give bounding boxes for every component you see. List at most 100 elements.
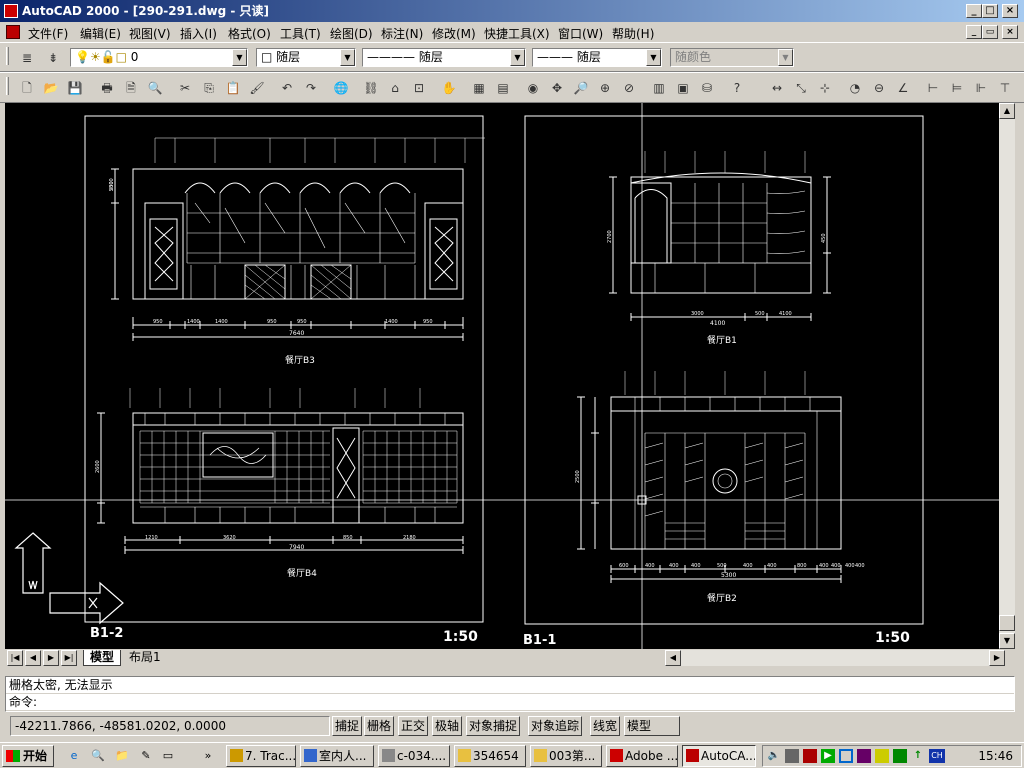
coordinate-readout[interactable]: -42211.7866, -48581.0202, 0.0000 xyxy=(10,716,330,736)
command-window[interactable]: 栅格太密, 无法显示 命令: xyxy=(5,676,1015,712)
close-button[interactable]: × xyxy=(1002,4,1018,18)
menu-draw[interactable]: 绘图(D) xyxy=(330,25,373,42)
chevron-down-icon[interactable]: ▼ xyxy=(232,49,247,66)
linear-dimension-icon[interactable]: ↔ xyxy=(766,77,788,99)
dimension-edit-icon[interactable]: ⊤ xyxy=(994,77,1016,99)
angular-dimension-icon[interactable]: ∠ xyxy=(892,77,914,99)
scroll-thumb[interactable] xyxy=(999,615,1015,631)
chevron-down-icon[interactable]: ▼ xyxy=(510,49,525,66)
menu-dimension[interactable]: 标注(N) xyxy=(381,25,423,42)
tray-media-icon[interactable] xyxy=(857,749,871,763)
drawing-svg[interactable]: B1-2 1:50 B1-1 1:50 餐厅B3 餐厅B4 餐厅B1 餐厅B2 … xyxy=(5,103,999,649)
volume-icon[interactable]: 🔈 xyxy=(767,749,781,763)
scroll-down-button[interactable]: ▼ xyxy=(999,633,1015,649)
stop-icon[interactable] xyxy=(839,749,853,763)
scroll-left-button[interactable]: ◀ xyxy=(665,650,681,666)
task-button-trac[interactable]: 7. Trac... xyxy=(226,745,296,767)
lineweight-dropdown[interactable]: ——— 随层 ▼ xyxy=(532,48,662,67)
scroll-right-button[interactable]: ▶ xyxy=(989,650,1005,666)
polar-toggle[interactable]: 极轴 xyxy=(432,716,463,736)
design-center-icon[interactable]: ▣ xyxy=(672,77,694,99)
more-icon[interactable]: » xyxy=(200,748,216,764)
linetype-dropdown[interactable]: ———— 随层 ▼ xyxy=(362,48,526,67)
layer-dropdown[interactable]: 💡☀🔓□ 0 ▼ xyxy=(70,48,248,67)
toolbar-grip[interactable] xyxy=(6,47,9,65)
menu-insert[interactable]: 插入(I) xyxy=(180,25,217,42)
model-space-toggle[interactable]: 模型 xyxy=(624,716,680,736)
maximize-button[interactable]: □ xyxy=(982,4,998,18)
minimize-button[interactable]: _ xyxy=(966,4,982,18)
ucs-icon[interactable]: ⊡ xyxy=(408,77,430,99)
baseline-dimension-icon[interactable]: ⊨ xyxy=(946,77,968,99)
next-tab-icon[interactable]: ▶ xyxy=(43,650,59,666)
new-file-icon[interactable]: 🗋 xyxy=(16,77,38,99)
ime-indicator[interactable]: CH xyxy=(929,749,945,763)
osnap-toggle[interactable]: 对象捕捉 xyxy=(466,716,521,736)
menu-window[interactable]: 窗口(W) xyxy=(558,25,603,42)
desktop-icon[interactable]: ▭ xyxy=(160,748,176,764)
match-properties-icon[interactable]: 🖌 xyxy=(246,77,268,99)
snap-toggle[interactable]: 捕捉 xyxy=(332,716,363,736)
menu-file[interactable]: 文件(F) xyxy=(28,25,68,42)
network-icon[interactable] xyxy=(893,749,907,763)
aerial-view-icon[interactable]: ▦ xyxy=(468,77,490,99)
tool-icon[interactable]: ✎ xyxy=(138,748,154,764)
redo-icon[interactable]: ↷ xyxy=(300,77,322,99)
undo-icon[interactable]: ↶ xyxy=(276,77,298,99)
tray-warning-icon[interactable] xyxy=(875,749,889,763)
toolbar-grip[interactable] xyxy=(6,77,9,95)
chevron-down-icon[interactable]: ▼ xyxy=(646,49,661,66)
zoom-previous-icon[interactable]: ⊘ xyxy=(618,77,640,99)
prev-tab-icon[interactable]: ◀ xyxy=(25,650,41,666)
drawing-canvas[interactable]: B1-2 1:50 B1-1 1:50 餐厅B3 餐厅B4 餐厅B1 餐厅B2 … xyxy=(5,103,999,649)
start-button[interactable]: 开始 xyxy=(2,745,54,767)
first-tab-icon[interactable]: |◀ xyxy=(7,650,23,666)
task-button-adobe[interactable]: Adobe ... xyxy=(606,745,678,767)
diameter-dimension-icon[interactable]: ⊖ xyxy=(868,77,890,99)
copy-icon[interactable]: ⎘ xyxy=(198,77,220,99)
command-prompt[interactable]: 命令: xyxy=(6,694,1014,711)
menu-view[interactable]: 视图(V) xyxy=(129,25,171,42)
doc-minimize-button[interactable]: _ xyxy=(966,25,982,39)
properties-icon[interactable]: ▥ xyxy=(648,77,670,99)
lineweight-toggle[interactable]: 线宽 xyxy=(590,716,621,736)
scroll-up-button[interactable]: ▲ xyxy=(999,103,1015,119)
menu-help[interactable]: 帮助(H) xyxy=(612,25,654,42)
vertical-scrollbar[interactable]: ▲ ▼ xyxy=(999,103,1015,649)
task-button-autocad[interactable]: AutoCA... xyxy=(682,745,756,767)
ie-icon[interactable]: e xyxy=(66,748,82,764)
task-button-interior[interactable]: 室内人... xyxy=(300,745,374,767)
tracking-icon[interactable]: ⌂ xyxy=(384,77,406,99)
layer-manager-icon[interactable]: ≣ xyxy=(16,47,38,69)
grid-toggle[interactable]: 栅格 xyxy=(364,716,395,736)
up-arrow-icon[interactable]: ↑ xyxy=(911,749,925,763)
help-icon[interactable]: ? xyxy=(726,77,748,99)
tab-layout1[interactable]: 布局1 xyxy=(123,650,167,666)
print-icon[interactable]: 🖶 xyxy=(96,77,118,99)
ordinate-dimension-icon[interactable]: ⊹ xyxy=(814,77,836,99)
menu-edit[interactable]: 编辑(E) xyxy=(80,25,121,42)
horizontal-scrollbar[interactable]: ◀ ▶ xyxy=(665,650,1005,666)
search-icon[interactable]: 🔍 xyxy=(90,748,106,764)
chevron-down-icon[interactable]: ▼ xyxy=(340,49,355,66)
print-preview-icon[interactable]: 🗎 xyxy=(120,77,142,99)
zoom-window-icon[interactable]: ⊕ xyxy=(594,77,616,99)
radius-dimension-icon[interactable]: ◔ xyxy=(844,77,866,99)
paste-icon[interactable]: 📋 xyxy=(222,77,244,99)
last-tab-icon[interactable]: ▶| xyxy=(61,650,77,666)
document-icon[interactable] xyxy=(6,25,20,39)
otrack-toggle[interactable]: 对象追踪 xyxy=(528,716,583,736)
zoom-realtime-icon[interactable]: 🔎 xyxy=(570,77,592,99)
make-object-layer-current-icon[interactable]: ⇟ xyxy=(42,47,64,69)
pan-realtime-icon[interactable]: ✋ xyxy=(438,77,460,99)
doc-close-button[interactable]: × xyxy=(1002,25,1018,39)
cut-icon[interactable]: ✂ xyxy=(174,77,196,99)
play-icon[interactable]: ▶ xyxy=(821,749,835,763)
web-icon[interactable]: 🌐 xyxy=(330,77,352,99)
task-button-354654[interactable]: 354654 xyxy=(454,745,526,767)
continue-dimension-icon[interactable]: ⊩ xyxy=(970,77,992,99)
open-file-icon[interactable]: 📂 xyxy=(40,77,62,99)
save-icon[interactable]: 💾 xyxy=(64,77,86,99)
quick-leader-icon[interactable]: ⊢ xyxy=(922,77,944,99)
menu-shortcut-tools[interactable]: 快捷工具(X) xyxy=(484,25,550,42)
